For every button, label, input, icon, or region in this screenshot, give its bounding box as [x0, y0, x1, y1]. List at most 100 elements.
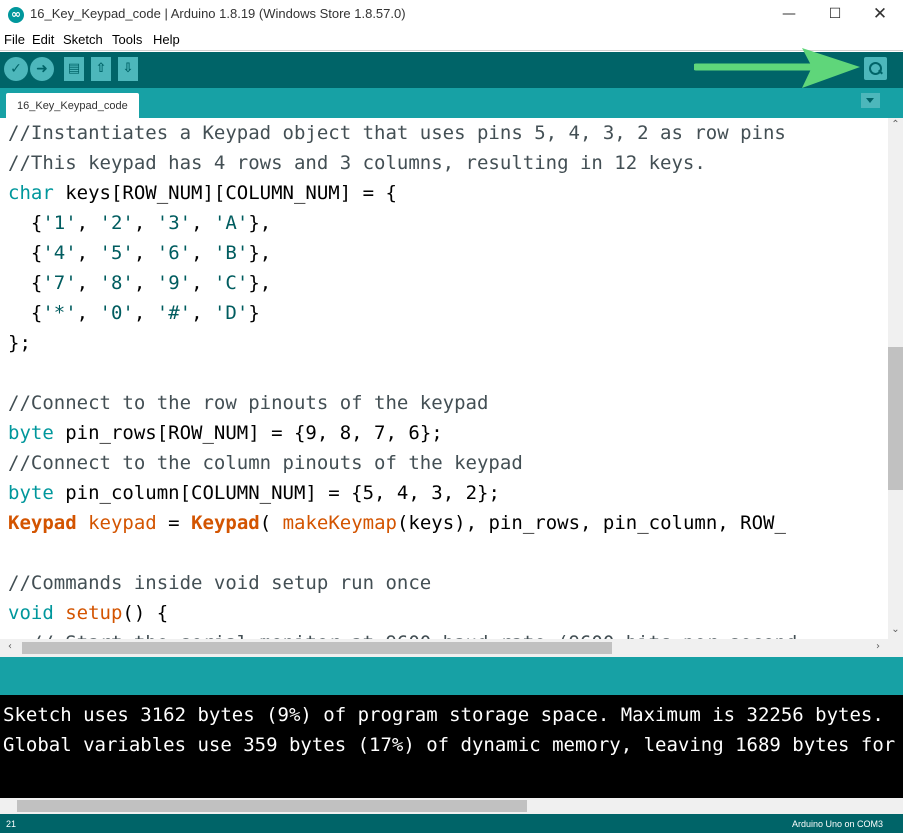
menu-tools[interactable]: Tools [112, 32, 142, 47]
tab-menu-button[interactable] [861, 93, 880, 108]
console-line: Sketch uses 3162 bytes (9%) of program s… [3, 704, 884, 726]
code-token: (keys), pin_rows, pin_column, ROW_ [396, 512, 786, 534]
code-token: }; [8, 332, 31, 354]
code-line: //This keypad has 4 rows and 3 columns, … [8, 148, 706, 178]
code-token: 'C' [213, 272, 249, 294]
code-token: pin_column[COLUMN_NUM] = {5, 4, 3, 2}; [53, 482, 500, 504]
code-token: '1' [42, 212, 77, 234]
code-line: {'4', '5', '6', 'B'}, [8, 238, 271, 268]
code-token: () { [122, 602, 169, 624]
editor-horizontal-scroll-thumb[interactable] [22, 642, 612, 654]
code-line: //Connect to the column pinouts of the k… [8, 448, 523, 478]
code-token: Keypad [8, 512, 77, 534]
code-token: , [133, 272, 157, 294]
code-token: void [8, 602, 54, 624]
code-token: keypad [88, 512, 157, 534]
arrow-right-icon: ➜ [36, 61, 48, 77]
code-token: { [8, 302, 43, 324]
save-sketch-button[interactable]: ⇩ [118, 57, 138, 81]
code-line: }; [8, 328, 31, 358]
scroll-left-arrow-icon[interactable]: ‹ [4, 641, 16, 652]
code-token: }, [248, 272, 272, 294]
code-line: {'7', '8', '9', 'C'}, [8, 268, 271, 298]
scroll-right-arrow-icon[interactable]: › [872, 641, 884, 652]
arduino-logo-icon [8, 5, 24, 23]
menu-help[interactable]: Help [153, 32, 180, 47]
code-line: char keys[ROW_NUM][COLUMN_NUM] = { [8, 178, 397, 208]
maximize-button[interactable]: ☐ [812, 0, 858, 30]
serial-monitor-button[interactable] [864, 57, 887, 80]
code-token: , [191, 302, 214, 324]
code-token: // Start the serial monitor at 9600 baud… [8, 632, 797, 639]
menu-edit[interactable]: Edit [32, 32, 54, 47]
code-token: }, [248, 242, 272, 264]
tab-strip: 16_Key_Keypad_code [0, 88, 903, 118]
code-token: //This keypad has 4 rows and 3 columns, … [8, 152, 706, 174]
footer-bar: 21 Arduino Uno on COM3 [0, 814, 903, 833]
code-token: char [8, 182, 54, 204]
code-token: , [76, 272, 100, 294]
board-port-label: Arduino Uno on COM3 [791, 819, 883, 829]
code-token: '7' [42, 272, 77, 294]
code-token: '3' [156, 212, 192, 234]
upload-arrow-icon: ⇧ [95, 61, 107, 76]
verify-button[interactable]: ✓ [4, 57, 28, 81]
window-title: 16_Key_Keypad_code | Arduino 1.8.19 (Win… [30, 6, 406, 21]
annotation-arrow-icon [694, 48, 860, 88]
code-token: , [191, 242, 214, 264]
code-token: '0' [99, 302, 134, 324]
code-token: //Connect to the column pinouts of the k… [8, 452, 523, 474]
code-token: }, [248, 212, 272, 234]
code-token: , [191, 272, 214, 294]
scroll-up-arrow-icon[interactable]: ⌃ [888, 119, 903, 130]
download-arrow-icon: ⇩ [122, 61, 134, 76]
code-line: void setup() { [8, 598, 168, 628]
open-sketch-button[interactable]: ⇧ [91, 57, 111, 81]
code-token: '4' [42, 242, 77, 264]
tab-16-key-keypad-code[interactable]: 16_Key_Keypad_code [6, 93, 139, 118]
code-token: = [156, 512, 192, 534]
code-token: , [133, 212, 157, 234]
code-token: '*' [42, 302, 77, 324]
code-token: byte [8, 422, 54, 444]
code-token: { [8, 272, 43, 294]
menu-file[interactable]: File [4, 32, 25, 47]
code-line: //Connect to the row pinouts of the keyp… [8, 388, 488, 418]
code-token: { [8, 242, 43, 264]
title-bar: 16_Key_Keypad_code | Arduino 1.8.19 (Win… [0, 0, 903, 30]
code-token: '2' [99, 212, 134, 234]
checkmark-icon: ✓ [10, 61, 22, 77]
message-status-bar [0, 657, 903, 695]
scroll-down-arrow-icon[interactable]: ⌄ [888, 624, 903, 635]
code-token: setup [65, 602, 123, 624]
code-token: '6' [156, 242, 192, 264]
code-token: //Commands inside void setup run once [8, 572, 432, 594]
code-token: 'A' [213, 212, 249, 234]
upload-button[interactable]: ➜ [30, 57, 54, 81]
code-token: 'D' [213, 302, 249, 324]
close-button[interactable]: ✕ [857, 0, 903, 30]
minimize-button[interactable]: — [766, 0, 812, 30]
code-token: 'B' [213, 242, 249, 264]
code-line: byte pin_column[COLUMN_NUM] = {5, 4, 3, … [8, 478, 500, 508]
new-file-icon: ▤ [67, 61, 81, 76]
console-horizontal-scroll-thumb[interactable] [17, 800, 527, 812]
code-token: Keypad [191, 512, 260, 534]
code-token: makeKeymap [282, 512, 397, 534]
code-line: {'*', '0', '#', 'D'} [8, 298, 260, 328]
code-token: { [8, 212, 43, 234]
code-editor[interactable]: //Instantiates a Keypad object that uses… [0, 118, 888, 639]
code-token: ( [259, 512, 283, 534]
menu-sketch[interactable]: Sketch [63, 32, 103, 47]
code-token: '5' [99, 242, 134, 264]
editor-vertical-scroll-thumb[interactable] [888, 347, 903, 490]
code-token: pin_rows[ROW_NUM] = {9, 8, 7, 6}; [53, 422, 443, 444]
code-line: //Instantiates a Keypad object that uses… [8, 118, 786, 148]
code-token: , [76, 212, 100, 234]
code-token: keys[ROW_NUM][COLUMN_NUM] = { [53, 182, 397, 204]
code-token: , [76, 302, 100, 324]
code-line: // Start the serial monitor at 9600 baud… [8, 628, 797, 639]
new-sketch-button[interactable]: ▤ [64, 57, 84, 81]
code-line: byte pin_rows[ROW_NUM] = {9, 8, 7, 6}; [8, 418, 443, 448]
